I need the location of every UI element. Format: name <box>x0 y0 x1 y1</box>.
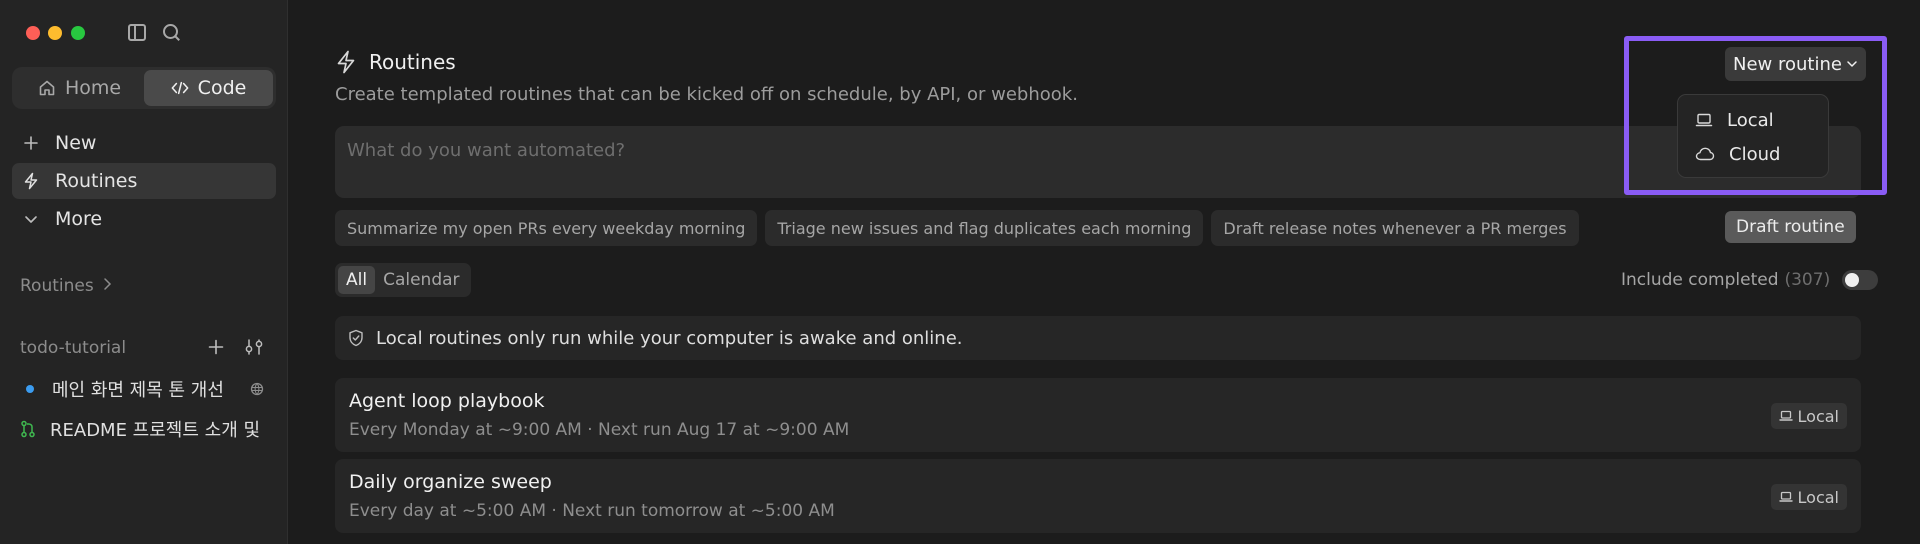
pull-request-icon <box>20 420 36 438</box>
sidebar-toggle-icon[interactable] <box>128 24 146 41</box>
sidebar-item-routines[interactable]: Routines <box>12 163 276 199</box>
search-icon[interactable] <box>163 24 181 42</box>
badge-label: Local <box>1797 487 1839 507</box>
filter-settings-icon[interactable] <box>244 338 264 360</box>
draft-routine-button[interactable]: Draft routine <box>1725 211 1856 243</box>
close-window-button[interactable] <box>26 26 40 40</box>
suggestion-chips: Summarize my open PRs every weekday morn… <box>335 210 1579 246</box>
menu-item-local[interactable]: Local <box>1678 103 1828 137</box>
suggestion-chip[interactable]: Summarize my open PRs every weekday morn… <box>335 210 758 246</box>
include-completed-toggle[interactable] <box>1842 270 1879 290</box>
prompt-box[interactable] <box>335 126 1861 198</box>
session-item[interactable]: README 프로젝트 소개 및 <box>20 416 270 442</box>
bolt-icon <box>22 172 40 190</box>
chevron-down-icon <box>1846 59 1858 69</box>
local-badge: Local <box>1770 484 1847 510</box>
include-completed-label: Include completed <box>1621 270 1779 290</box>
main-content: Routines Create templated routines that … <box>289 0 1920 544</box>
tab-all[interactable]: All <box>338 266 376 294</box>
menu-item-cloud[interactable]: Cloud <box>1678 137 1828 171</box>
routines-section-label: Routines <box>20 276 94 296</box>
routine-row[interactable]: Agent loop playbook Every Monday at ~9:0… <box>335 378 1861 452</box>
dot-icon <box>26 385 34 393</box>
bolt-icon <box>335 50 357 74</box>
project-header: todo-tutorial <box>20 338 126 358</box>
chevron-down-icon <box>22 210 40 228</box>
tab-code-label: Code <box>197 77 247 99</box>
tab-calendar[interactable]: Calendar <box>375 266 467 294</box>
routine-schedule: Every Monday at ~9:00 AM · Next run Aug … <box>349 420 850 440</box>
sidebar-item-new[interactable]: New <box>12 125 276 161</box>
add-session-icon[interactable] <box>208 339 224 359</box>
routines-section-link[interactable]: Routines <box>20 276 112 296</box>
session-label: README 프로젝트 소개 및 <box>50 420 261 441</box>
laptop-icon <box>1695 112 1713 128</box>
session-item[interactable]: 메인 화면 제목 톤 개선 <box>20 376 270 402</box>
new-routine-button[interactable]: New routine <box>1725 47 1866 81</box>
page-title: Routines <box>369 50 456 74</box>
view-switch: All Calendar <box>335 263 471 297</box>
mode-switch: Home Code <box>12 67 276 109</box>
tab-code[interactable]: Code <box>144 70 273 106</box>
tab-home[interactable]: Home <box>15 70 144 106</box>
new-routine-label: New routine <box>1733 53 1842 75</box>
sidebar-item-more[interactable]: More <box>12 201 276 237</box>
include-completed-control: Include completed (307) <box>1621 270 1879 290</box>
page-subtitle: Create templated routines that can be ki… <box>335 84 1078 105</box>
home-icon <box>38 79 56 97</box>
plus-icon <box>22 134 40 152</box>
project-actions <box>208 338 264 360</box>
menu-item-label: Local <box>1727 109 1774 131</box>
shield-check-icon <box>348 329 364 347</box>
badge-label: Local <box>1797 406 1839 426</box>
routine-row[interactable]: Daily organize sweep Every day at ~5:00 … <box>335 459 1861 533</box>
cloud-icon <box>1695 146 1715 162</box>
suggestion-chip[interactable]: Draft release notes whenever a PR merges <box>1211 210 1579 246</box>
sidebar-item-label: Routines <box>55 170 138 192</box>
laptop-icon <box>1778 491 1793 503</box>
sidebar: Home Code New Routines More Routines tod… <box>0 0 288 544</box>
page-header: Routines <box>335 50 456 74</box>
minimize-window-button[interactable] <box>48 26 62 40</box>
project-name: todo-tutorial <box>20 338 127 358</box>
local-routines-notice: Local routines only run while your compu… <box>335 316 1861 360</box>
chevron-right-icon <box>102 276 112 296</box>
suggestion-chip[interactable]: Triage new issues and flag duplicates ea… <box>765 210 1204 246</box>
menu-item-label: Cloud <box>1729 143 1781 165</box>
local-badge: Local <box>1770 403 1847 429</box>
automation-prompt-input[interactable] <box>347 138 1747 162</box>
routine-title: Daily organize sweep <box>349 471 552 493</box>
notice-text: Local routines only run while your compu… <box>376 327 963 349</box>
laptop-icon <box>1778 410 1793 422</box>
new-routine-menu: Local Cloud <box>1677 94 1829 178</box>
session-label: 메인 화면 제목 톤 개선 <box>52 380 224 401</box>
zoom-window-button[interactable] <box>71 26 85 40</box>
sidebar-item-label: More <box>55 208 103 230</box>
routine-schedule: Every day at ~5:00 AM · Next run tomorro… <box>349 501 835 521</box>
routine-title: Agent loop playbook <box>349 390 545 412</box>
code-icon <box>171 79 189 97</box>
sidebar-item-label: New <box>55 132 97 154</box>
completed-count: (307) <box>1784 270 1831 290</box>
globe-icon <box>250 381 264 400</box>
tab-home-label: Home <box>64 77 122 99</box>
